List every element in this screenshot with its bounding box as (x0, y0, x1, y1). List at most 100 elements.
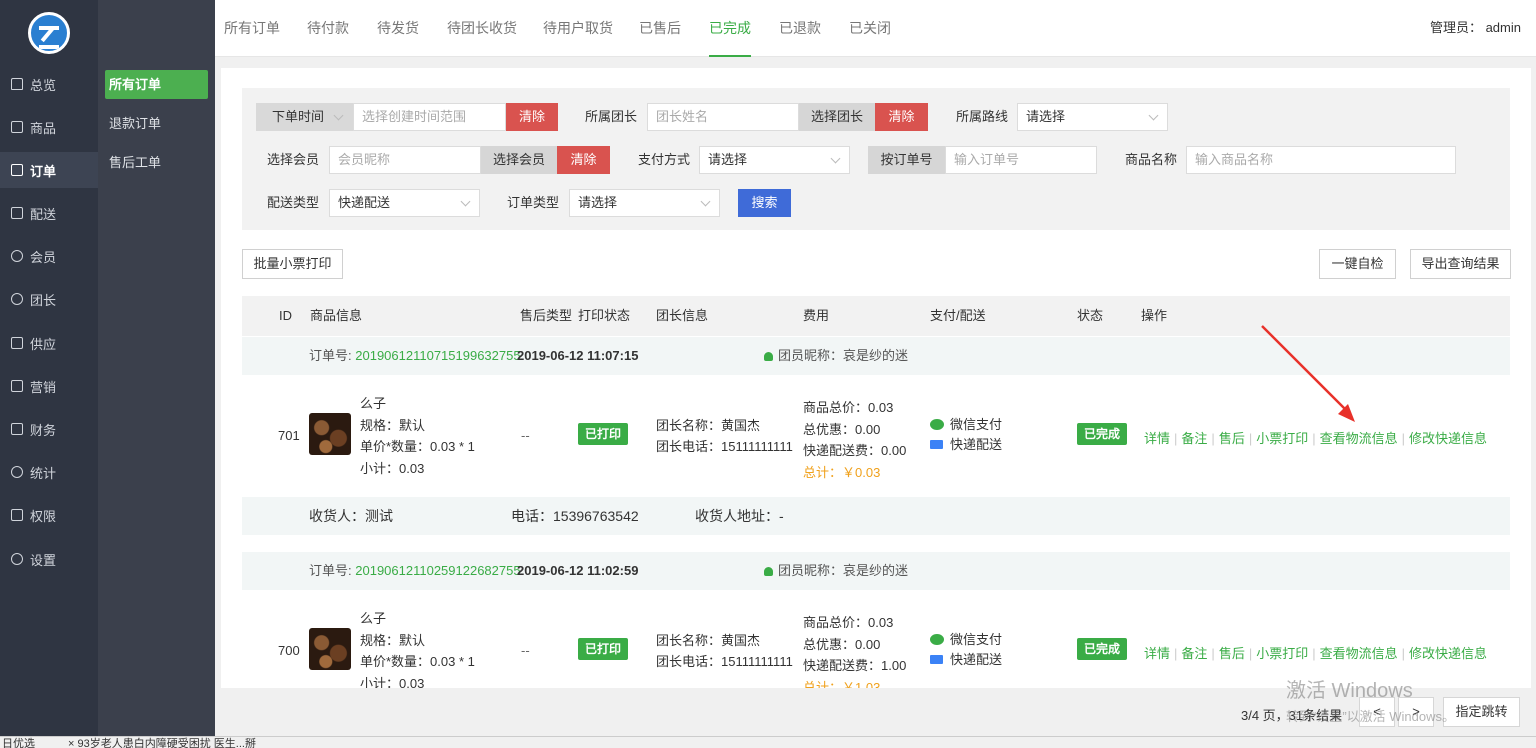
choose-leader-button[interactable]: 选择团长 (799, 103, 875, 131)
taskbar-news[interactable]: × 93岁老人患白内障硬受困扰 医生...掰 (68, 738, 256, 748)
rail-item-goods[interactable]: 商品 (0, 109, 98, 145)
time-range-input[interactable]: 选择创建时间范围 (353, 103, 506, 131)
view-logistics-link[interactable]: 查看物流信息 (1320, 431, 1398, 446)
leader-name-input[interactable]: 团长姓名 (647, 103, 799, 131)
print-receipt-link[interactable]: 小票打印 (1256, 431, 1308, 446)
goods-thumbnail[interactable] (309, 413, 351, 455)
order-header: 订单号: 20190612110715199632755 2019-06-12 … (242, 337, 1510, 375)
discount-total: 总优惠：0.00 (803, 421, 881, 437)
choose-member-button[interactable]: 选择会员 (481, 146, 557, 174)
edit-express-link[interactable]: 修改快递信息 (1409, 646, 1487, 661)
tab-pending-user-pickup[interactable]: 待用户取货 (543, 0, 613, 57)
tab-refunded[interactable]: 已退款 (779, 0, 821, 57)
chart-icon (11, 466, 23, 478)
rail-item-members[interactable]: 会员 (0, 238, 98, 274)
aftersale-link[interactable]: 售后 (1219, 646, 1245, 661)
col-pay-ship: 支付/配送 (930, 308, 986, 323)
order-no-value[interactable]: 20190612110259122682755 (355, 563, 520, 578)
order-type-select[interactable]: 请选择 (569, 189, 720, 217)
submenu-aftersale-tickets[interactable]: 售后工单 (105, 148, 208, 177)
rail-item-permissions[interactable]: 权限 (0, 497, 98, 533)
shipping-fee: 快递配送费：1.00 (803, 658, 907, 673)
row-operations: 详情 | 备注 | 售后 | 小票打印 | 查看物流信息 | 修改快递信息 (1144, 431, 1488, 446)
tab-pending-shipment[interactable]: 待发货 (377, 0, 419, 57)
export-results-button[interactable]: 导出查询结果 (1410, 249, 1511, 279)
rail-label: 商品 (30, 120, 57, 136)
rail-item-settings[interactable]: 设置 (0, 541, 98, 577)
tab-completed[interactable]: 已完成 (709, 0, 751, 57)
rail-item-statistics[interactable]: 统计 (0, 454, 98, 490)
clear-time-button[interactable]: 清除 (506, 103, 558, 131)
rail-item-supply[interactable]: 供应 (0, 325, 98, 361)
table-header: ID 商品信息 售后类型 打印状态 团长信息 费用 支付/配送 状态 操作 (242, 296, 1510, 336)
order-no-input[interactable]: 输入订单号 (945, 146, 1097, 174)
order-submenu: 所有订单 退款订单 售后工单 (98, 0, 215, 736)
icon-rail: 总览 商品 订单 配送 会员 团长 供应 营销 财务 统计 权限 设置 (0, 0, 98, 736)
remark-link[interactable]: 备注 (1181, 431, 1207, 446)
self-check-button[interactable]: 一键自检 (1319, 249, 1396, 279)
tab-aftersale[interactable]: 已售后 (639, 0, 681, 57)
rail-item-orders[interactable]: 订单 (0, 152, 98, 188)
clear-member-button[interactable]: 清除 (557, 146, 610, 174)
submenu-refund-orders[interactable]: 退款订单 (105, 109, 208, 138)
main-panel: 下单时间 选择创建时间范围 清除 所属团长 团长姓名 选择团长 清除 所属路线 … (221, 68, 1531, 688)
receiver-name: 收货人：测试 (309, 508, 393, 524)
route-select[interactable]: 请选择 (1017, 103, 1168, 131)
submenu-all-orders[interactable]: 所有订单 (105, 70, 208, 99)
remark-link[interactable]: 备注 (1181, 646, 1207, 661)
detail-link[interactable]: 详情 (1144, 431, 1170, 446)
receiver-phone: 电话：15396763542 (511, 508, 639, 524)
order-id: 701 (278, 428, 300, 443)
taskbar-tab[interactable]: 日优选 (2, 738, 35, 748)
order-no-value[interactable]: 20190612110715199632755 (355, 348, 520, 363)
tab-all[interactable]: 所有订单 (224, 0, 280, 57)
tab-closed[interactable]: 已关闭 (849, 0, 891, 57)
fee-info: 商品总价：0.03 总优惠：0.00 快递配送费：0.00 总计：￥0.03 (803, 397, 906, 483)
prev-page-button[interactable]: < (1359, 697, 1395, 727)
status-badge: 已完成 (1077, 423, 1128, 445)
ship-method: 快递配送 (950, 652, 1003, 667)
col-status: 状态 (1077, 308, 1104, 323)
col-aftersale: 售后类型 (520, 308, 573, 323)
time-type-select[interactable]: 下单时间 (256, 103, 353, 131)
finance-icon (11, 423, 23, 435)
ship-method: 快递配送 (950, 437, 1003, 452)
ship-type-label: 配送类型 (267, 195, 320, 210)
rail-label: 权限 (30, 508, 57, 524)
brand-logo[interactable] (28, 12, 70, 54)
next-page-button[interactable]: > (1398, 697, 1434, 727)
goods-info: 么子 规格：默认 单价*数量：0.03 * 1 小计：0.03 (360, 608, 475, 688)
wechat-pay-icon (930, 634, 944, 645)
view-logistics-link[interactable]: 查看物流信息 (1320, 646, 1398, 661)
rail-item-finance[interactable]: 财务 (0, 411, 98, 447)
goods-subtotal: 小计：0.03 (360, 675, 425, 689)
leader-name: 团长名称：黄国杰 (656, 418, 761, 433)
aftersale-type: -- (521, 428, 530, 443)
member-nickname-input[interactable]: 会员昵称 (329, 146, 481, 174)
edit-express-link[interactable]: 修改快递信息 (1409, 431, 1487, 446)
search-button[interactable]: 搜索 (738, 189, 791, 217)
batch-print-button[interactable]: 批量小票打印 (242, 249, 343, 279)
tab-pending-payment[interactable]: 待付款 (307, 0, 349, 57)
print-receipt-link[interactable]: 小票打印 (1256, 646, 1308, 661)
ship-type-select[interactable]: 快递配送 (329, 189, 480, 217)
clear-leader-button[interactable]: 清除 (875, 103, 928, 131)
member-icon (764, 567, 773, 577)
goods-price-qty: 单价*数量：0.03 * 1 (360, 654, 475, 669)
order-icon (11, 164, 23, 176)
rail-item-marketing[interactable]: 营销 (0, 368, 98, 404)
admin-account[interactable]: 管理员： admin (1430, 0, 1521, 56)
tab-pending-leader-receipt[interactable]: 待团长收货 (447, 0, 517, 57)
pay-method-select[interactable]: 请选择 (699, 146, 850, 174)
rail-item-overview[interactable]: 总览 (0, 66, 98, 102)
detail-link[interactable]: 详情 (1144, 646, 1170, 661)
goods-thumbnail[interactable] (309, 628, 351, 670)
aftersale-type: -- (521, 643, 530, 658)
aftersale-link[interactable]: 售后 (1219, 431, 1245, 446)
rail-item-leaders[interactable]: 团长 (0, 281, 98, 317)
jump-page-button[interactable]: 指定跳转 (1443, 697, 1520, 727)
order-no-type-button[interactable]: 按订单号 (868, 146, 945, 174)
pay-method-label: 支付方式 (638, 152, 691, 167)
rail-item-delivery[interactable]: 配送 (0, 195, 98, 231)
goods-name-input[interactable]: 输入商品名称 (1186, 146, 1456, 174)
